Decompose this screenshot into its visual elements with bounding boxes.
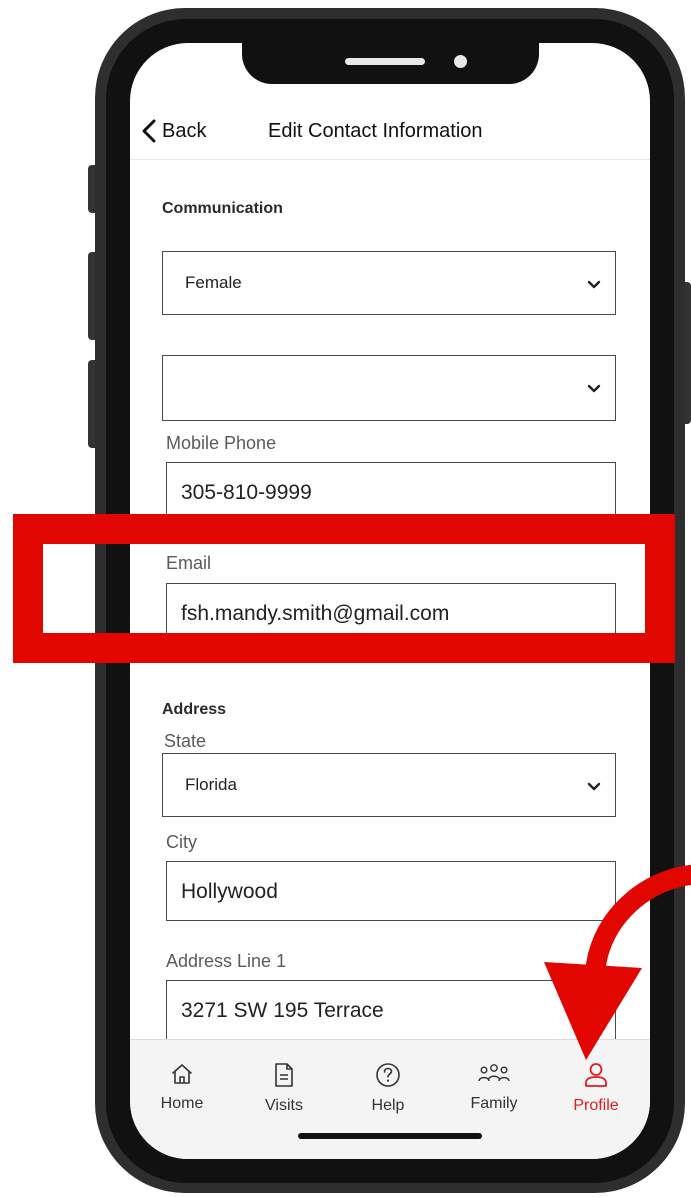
tab-profile-label: Profile [573, 1097, 619, 1114]
home-icon [142, 1062, 222, 1086]
tab-visits[interactable]: Visits [244, 1062, 324, 1122]
chevron-left-icon [142, 119, 156, 143]
state-select-value: Florida [185, 775, 237, 794]
tab-home[interactable]: Home [142, 1062, 222, 1122]
address-line-1-value: 3271 SW 195 Terrace [181, 999, 384, 1022]
document-icon [244, 1062, 324, 1088]
tab-family-label: Family [470, 1095, 518, 1112]
family-icon [454, 1062, 534, 1086]
tab-visits-label: Visits [265, 1097, 303, 1114]
city-input[interactable]: Hollywood [166, 861, 616, 921]
nav-header: Back Edit Contact Information [130, 103, 650, 160]
gender-select[interactable]: Female [162, 251, 616, 315]
stage: Back Edit Contact Information Communicat… [0, 0, 691, 1197]
city-label: City [166, 832, 197, 852]
page-title: Edit Contact Information [268, 120, 483, 142]
gender-select-value: Female [185, 273, 242, 292]
email-value: fsh.mandy.smith@gmail.com [181, 602, 450, 625]
tab-profile[interactable]: Profile [556, 1062, 636, 1122]
section-title-address: Address [162, 701, 227, 718]
help-icon [348, 1062, 428, 1088]
back-label: Back [162, 119, 207, 142]
section-title-communication: Communication [162, 200, 283, 217]
back-button[interactable]: Back [142, 117, 206, 145]
home-indicator [298, 1133, 482, 1139]
speaker-grille [345, 58, 425, 65]
communication-select[interactable] [162, 355, 616, 421]
tab-help[interactable]: Help [348, 1062, 428, 1122]
chevron-down-icon [587, 779, 601, 797]
profile-icon [556, 1062, 636, 1088]
email-input[interactable]: fsh.mandy.smith@gmail.com [166, 583, 616, 643]
address-line-1-label: Address Line 1 [166, 951, 287, 971]
tab-family[interactable]: Family [454, 1062, 534, 1122]
tab-bar: Home Visits Help Family Profile [130, 1039, 650, 1159]
state-select[interactable]: Florida [162, 753, 616, 817]
mobile-phone-value: 305-810-9999 [181, 481, 312, 504]
phone-screen: Back Edit Contact Information Communicat… [130, 43, 650, 1159]
mobile-phone-input[interactable]: 305-810-9999 [166, 462, 616, 522]
state-label: State [164, 731, 207, 751]
tab-help-label: Help [371, 1097, 405, 1114]
tab-home-label: Home [160, 1095, 204, 1112]
address-line-1-input[interactable]: 3271 SW 195 Terrace [166, 980, 616, 1040]
email-label: Email [166, 553, 212, 573]
mobile-phone-label: Mobile Phone [166, 433, 277, 453]
chevron-down-icon [587, 277, 601, 295]
front-camera [454, 55, 467, 68]
city-value: Hollywood [181, 880, 278, 903]
chevron-down-icon [587, 381, 601, 399]
